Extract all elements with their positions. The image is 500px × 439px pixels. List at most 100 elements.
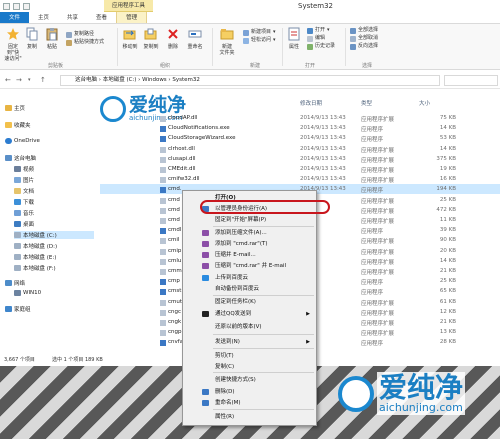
tab-home[interactable]: 主页 [29, 12, 58, 23]
nav-item-drive-c[interactable]: 本地磁盘 (C:) [14, 231, 94, 239]
search-input[interactable] [444, 75, 498, 86]
file-size: 25 KB [439, 278, 456, 285]
paste-button[interactable]: 粘贴 [42, 27, 62, 50]
breadcrumb[interactable]: 这台电脑 › 本地磁盘 (C:) › Windows › System32 [75, 77, 200, 83]
file-row[interactable]: clusapi.dll 2014/9/13 13:43 应用程序扩展 375 KB [100, 155, 500, 165]
column-header-type[interactable]: 类型 [361, 99, 372, 107]
edit-button[interactable]: 编辑 [307, 35, 325, 42]
folder-icon[interactable] [3, 2, 10, 10]
dll-file-icon [160, 207, 166, 214]
file-size: 21 KB [439, 319, 456, 325]
paste-shortcut-button[interactable]: 粘贴快捷方式 [66, 39, 104, 46]
file-date: 2014/9/13 13:43 [300, 125, 346, 132]
file-date: 2014/9/13 13:43 [300, 166, 346, 172]
context-menu-item[interactable]: 自动备份到百度云 [183, 284, 316, 294]
file-size: 19 KB [439, 166, 456, 172]
file-size: 25 KB [439, 196, 456, 203]
context-menu-item[interactable]: 添加到压缩文件(A)... [183, 228, 316, 238]
file-row[interactable]: CloudStorageWizard.exe 2014/9/13 13:43 应用程… [100, 134, 500, 144]
context-menu-item[interactable]: 删除(D) [183, 387, 316, 397]
context-menu-item[interactable]: 固定到"开始"屏幕(P) [183, 215, 316, 225]
nav-item-home[interactable]: 主页 [5, 104, 25, 112]
tab-file[interactable]: 文件 [0, 12, 30, 23]
properties-icon[interactable] [13, 2, 20, 10]
nav-item-documents[interactable]: 文档 [14, 187, 34, 195]
column-header-size[interactable]: 大小 [419, 99, 430, 107]
file-type: 应用程序扩展 [361, 331, 395, 338]
nav-item-drive-f[interactable]: 本地磁盘 (F:) [14, 264, 56, 272]
nav-item-network[interactable]: 网络 [5, 279, 25, 287]
context-menu-item[interactable]: 压缩到 "cmd.rar" 并 E-mail [183, 261, 316, 271]
group-divider [282, 28, 283, 66]
context-menu-item[interactable]: 属性(R) [183, 412, 316, 422]
context-menu-item[interactable]: 剪切(T) [183, 351, 316, 361]
nav-item-drive-e[interactable]: 本地磁盘 (E:) [14, 253, 56, 261]
nav-item-downloads[interactable]: 下载 [14, 198, 34, 206]
forward-arrow-icon[interactable]: → [16, 76, 22, 84]
new-folder-icon[interactable] [23, 2, 30, 10]
context-menu-item[interactable]: 上传到百度云 [183, 273, 316, 283]
delete-button[interactable]: 删除 [165, 27, 181, 50]
context-menu-item[interactable]: 固定到任务栏(K) [183, 297, 316, 307]
file-type: 应用程序 [361, 229, 384, 236]
archive-icon [202, 230, 209, 236]
open-button[interactable]: 打开 ▾ [307, 27, 330, 34]
select-all-button[interactable]: 全部选择 [350, 27, 378, 34]
tab-view[interactable]: 查看 [87, 12, 116, 23]
nav-item-desktop[interactable]: 桌面 [14, 220, 34, 228]
context-menu-item[interactable]: 还原以前的版本(V) [183, 322, 316, 332]
nav-item-this-pc[interactable]: 这台电脑 [5, 154, 36, 162]
properties-button[interactable]: 属性 [286, 27, 302, 50]
context-menu-item[interactable]: 发送到(N) ▶ [183, 337, 316, 347]
homegroup-icon [5, 306, 12, 312]
move-to-button[interactable]: 移动到 [121, 27, 139, 50]
context-menu-item-label: 剪切(T) [215, 353, 234, 359]
new-item-button[interactable]: 新建项目 ▾ [243, 29, 276, 36]
pin-quick-access-button[interactable]: 固定到"快 速访问" [3, 27, 23, 62]
copy-button[interactable]: 复制 [25, 27, 39, 50]
dll-file-icon [160, 167, 166, 173]
history-button[interactable]: 历史记录 [307, 43, 335, 50]
file-row[interactable]: CMEdit.dll 2014/9/13 13:43 应用程序扩展 19 KB [100, 165, 500, 175]
file-row[interactable]: cloudAP.dll 2014/9/13 13:43 应用程序扩展 75 KB [100, 114, 500, 124]
file-date: 2014/9/13 13:43 [300, 145, 346, 152]
context-menu-item[interactable]: 复制(C) [183, 362, 316, 372]
invert-selection-button[interactable]: 反向选择 [350, 43, 378, 50]
context-menu-item[interactable]: 通过QQ发送到 ▶ [183, 309, 316, 319]
qq-icon [202, 311, 209, 317]
copy-path-button[interactable]: 复制路径 [66, 31, 94, 38]
document-folder-icon [14, 188, 21, 194]
rename-button[interactable]: 重命名 [185, 27, 205, 50]
copy-to-button[interactable]: 复制到 [142, 27, 160, 50]
context-menu-item-label: 自动备份到百度云 [215, 286, 260, 292]
nav-item-videos[interactable]: 视频 [14, 165, 34, 173]
nav-item-homegroup[interactable]: 家庭组 [5, 305, 31, 313]
nav-item-win10[interactable]: WIN10 [14, 290, 41, 296]
nav-item-onedrive[interactable]: OneDrive [5, 138, 40, 144]
column-header-modified[interactable]: 修改日期 [300, 99, 322, 107]
select-none-button[interactable]: 全部取消 [350, 35, 378, 42]
address-bar[interactable]: 这台电脑 › 本地磁盘 (C:) › Windows › System32 [60, 75, 440, 86]
nav-item-favorites[interactable]: 收藏夹 [5, 121, 31, 129]
context-menu-item[interactable]: 压缩并 E-mail... [183, 250, 316, 260]
file-row[interactable]: clrhost.dll 2014/9/13 13:43 应用程序扩展 14 KB [100, 145, 500, 155]
context-menu-item[interactable]: 创建快捷方式(S) [183, 375, 316, 385]
nav-item-drive-d[interactable]: 本地磁盘 (D:) [14, 242, 57, 250]
ribbon: 固定到"快 速访问" 复制 粘贴 复制路径 粘贴快捷方式 剪贴板 移动到 复制到… [0, 24, 500, 70]
new-folder-button[interactable]: 新建 文件夹 [216, 27, 238, 56]
nav-item-music[interactable]: 音乐 [14, 209, 34, 217]
easy-access-button[interactable]: 轻松访问 ▾ [243, 37, 276, 44]
drive-icon [14, 243, 21, 249]
application-icon [160, 126, 166, 133]
picture-folder-icon [14, 177, 21, 183]
file-row[interactable]: CloudNotifications.exe 2014/9/13 13:43 应用程… [100, 124, 500, 134]
chevron-down-icon[interactable]: ▾ [28, 77, 31, 83]
context-menu-item[interactable]: 添加到 "cmd.rar"(T) [183, 239, 316, 249]
back-arrow-icon[interactable]: ← [5, 76, 11, 84]
tab-share[interactable]: 共享 [58, 12, 87, 23]
nav-item-pictures[interactable]: 图片 [14, 176, 34, 184]
up-arrow-icon[interactable]: ↑ [40, 76, 46, 84]
file-row[interactable]: cmifw32.dll 2014/9/13 13:43 应用程序扩展 16 KB [100, 175, 500, 185]
context-menu-item[interactable]: 重命名(M) [183, 398, 316, 408]
tab-manage[interactable]: 管理 [116, 12, 148, 23]
